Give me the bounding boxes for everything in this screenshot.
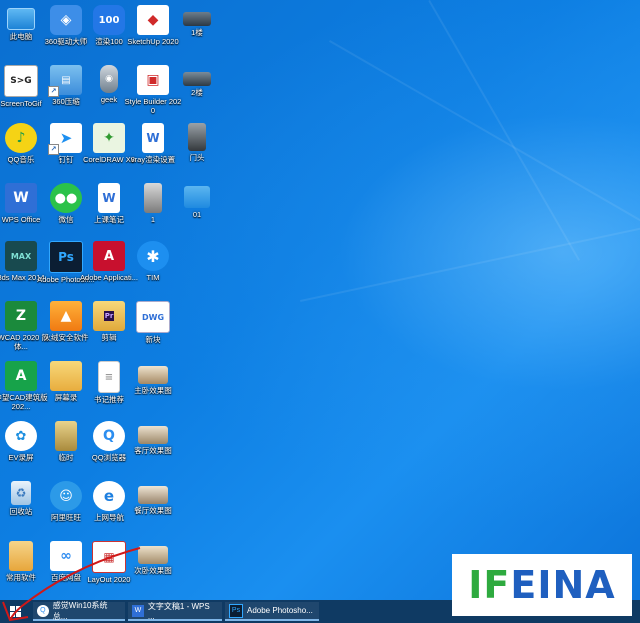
screentogif-icon: S>G	[4, 65, 38, 97]
dingtalk-icon: ➤ ↗	[48, 123, 82, 155]
folder-icon	[55, 421, 77, 451]
image-thumbnail-icon	[183, 72, 211, 86]
aliwangwang-icon: ☺	[50, 481, 82, 511]
desktop-icon-door-head[interactable]: 门头	[168, 120, 226, 178]
icon-label: 餐厅效果图	[134, 506, 172, 515]
image-thumbnail-icon	[184, 186, 210, 208]
zwcad-arch-icon: A	[5, 361, 37, 391]
desktop-background: 此电脑 S>G ScreenToGif ♪ QQ音乐 W WPS Office …	[0, 0, 640, 600]
task-label: Adobe Photosho...	[247, 606, 313, 615]
photoshop-icon: Ps	[49, 241, 83, 273]
render100-icon: 100	[93, 5, 125, 35]
folder-icon	[9, 541, 33, 571]
task-label: 感觉Win10系统总...	[52, 600, 108, 621]
icon-label: 01	[192, 210, 202, 219]
icon-label: 新块	[145, 335, 161, 344]
desktop-icon-living-room[interactable]: 客厅效果图	[124, 418, 182, 476]
dwg-file-icon: DWG	[136, 301, 170, 333]
wps-icon: W	[132, 604, 144, 617]
desktop-icon-floor-2[interactable]: 2楼	[168, 62, 226, 120]
text-file-icon: ≡	[98, 361, 120, 393]
360-driver-icon: ◈	[50, 5, 82, 35]
image-thumbnail-icon	[183, 12, 211, 26]
taskbar-item-browser[interactable]: Q 感觉Win10系统总...	[33, 600, 125, 621]
qq-browser-icon: Q	[37, 604, 49, 617]
computer-icon	[7, 8, 35, 30]
light-beam	[428, 0, 580, 261]
image-thumbnail-icon	[188, 123, 206, 151]
adobe-icon: A	[93, 241, 125, 271]
qq-browser-icon: Q	[93, 421, 125, 451]
zwcad-icon: Z	[5, 301, 37, 331]
coreldraw-icon: ✦	[93, 123, 125, 153]
watermark-logo: IFEINA	[452, 554, 632, 616]
document-icon: W	[142, 123, 164, 153]
icon-label: 次卧效果图	[134, 566, 172, 575]
desktop-icon-floor-1[interactable]: 1楼	[168, 2, 226, 60]
3dsmax-icon: MAX	[5, 241, 37, 271]
qq-music-icon: ♪	[5, 123, 37, 153]
desktop-icon-master-bedroom[interactable]: 主卧效果图	[124, 358, 182, 416]
image-thumbnail-icon	[138, 546, 168, 564]
image-thumbnail-icon	[138, 366, 168, 384]
sketchup-icon: ◆	[137, 5, 169, 35]
document-icon: W	[98, 183, 120, 213]
huorong-icon: ▲	[50, 301, 82, 331]
watermark-text: IFEINA	[468, 563, 616, 607]
light-beam	[329, 40, 640, 252]
wps-icon: W	[5, 183, 37, 213]
ie-icon: e	[93, 481, 125, 511]
icon-label: 主卧效果图	[134, 386, 172, 395]
ev-recorder-icon: ✿	[5, 421, 37, 451]
desktop-icon-new-block[interactable]: DWG 新块	[124, 298, 182, 356]
desktop-icon-dining-room[interactable]: 餐厅效果图	[124, 478, 182, 536]
icon-label: 2楼	[191, 88, 203, 97]
taskbar-item-wps[interactable]: W 文字文稿1 - WPS ...	[128, 602, 222, 621]
tim-icon: ✱	[137, 241, 169, 271]
light-beam	[300, 212, 640, 302]
style-builder-icon: ▣	[137, 65, 169, 95]
image-thumbnail-icon	[138, 486, 168, 504]
photoshop-icon: Ps	[229, 603, 243, 618]
geek-icon: ◉	[100, 65, 118, 93]
windows-logo-icon	[9, 606, 21, 617]
recycle-bin-icon: ♻	[11, 481, 31, 505]
folder-icon	[50, 361, 82, 391]
icon-label: TIM	[146, 273, 160, 282]
wechat-icon: ●●	[50, 183, 82, 213]
layout-icon: ▦	[92, 541, 126, 573]
baidu-netdisk-icon: ∞	[50, 541, 82, 571]
desktop-icon-file-01[interactable]: 01	[168, 180, 226, 238]
image-thumbnail-icon	[138, 426, 168, 444]
desktop-icon-tim[interactable]: ✱ TIM	[124, 238, 182, 296]
icon-label: 客厅效果图	[134, 446, 172, 455]
icon-label: 1楼	[191, 28, 203, 37]
folder-icon: Pr	[93, 301, 125, 331]
360-zip-icon: ▤ ↗	[48, 65, 82, 97]
task-label: 文字文稿1 - WPS ...	[147, 601, 210, 621]
taskbar-item-photoshop[interactable]: Ps Adobe Photosho...	[225, 602, 319, 621]
icon-label: 门头	[189, 153, 205, 162]
start-button[interactable]	[0, 600, 30, 623]
image-thumbnail-icon	[144, 183, 162, 213]
desktop-icon-second-bedroom[interactable]: 次卧效果图	[124, 538, 182, 596]
